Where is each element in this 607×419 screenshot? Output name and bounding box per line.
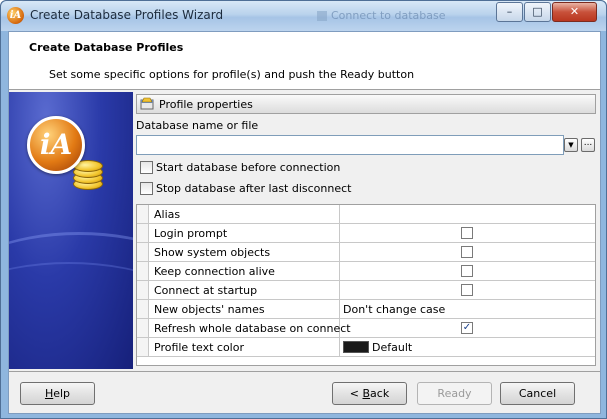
- database-dropdown-button[interactable]: ▼: [564, 138, 578, 152]
- row-indicator: [137, 224, 149, 242]
- page-subtitle: Set some specific options for profile(s)…: [49, 68, 415, 81]
- color-swatch: [343, 341, 369, 353]
- start-database-label: Start database before connection: [156, 161, 341, 174]
- wizard-client-area: Create Database Profiles Set some specif…: [8, 31, 601, 414]
- back-label-rest: ack: [370, 387, 390, 400]
- grid-row-connect-at-startup[interactable]: Connect at startup: [137, 281, 595, 300]
- keep-connection-alive-checkbox[interactable]: [461, 265, 473, 277]
- help-hotkey: H: [44, 387, 54, 400]
- grid-row-alias[interactable]: Alias: [137, 205, 595, 224]
- connect-at-startup-checkbox[interactable]: [461, 284, 473, 296]
- grid-row-profile-text-color[interactable]: Profile text color Default: [137, 338, 595, 357]
- window-title: Create Database Profiles Wizard: [30, 8, 224, 22]
- back-prefix: <: [349, 387, 363, 400]
- database-name-input[interactable]: [136, 135, 564, 155]
- refresh-database-checkbox[interactable]: ✓: [461, 322, 473, 334]
- grid-row-label: Profile text color: [154, 341, 244, 354]
- alias-value-field[interactable]: [340, 205, 595, 223]
- grid-row-refresh-database[interactable]: Refresh whole database on connect ✓: [137, 319, 595, 338]
- title-bar[interactable]: iA Create Database Profiles Wizard Conne…: [1, 1, 606, 31]
- grid-row-login-prompt[interactable]: Login prompt: [137, 224, 595, 243]
- minimize-button[interactable]: –: [496, 2, 523, 22]
- wizard-window: iA Create Database Profiles Wizard Conne…: [0, 0, 607, 419]
- database-name-label: Database name or file: [136, 119, 259, 132]
- back-button[interactable]: < Back: [332, 382, 407, 405]
- row-indicator: [137, 281, 149, 299]
- new-objects-names-select[interactable]: Don't change case: [340, 300, 595, 318]
- login-prompt-checkbox[interactable]: [461, 227, 473, 239]
- row-indicator: [137, 319, 149, 337]
- properties-icon: [140, 97, 154, 110]
- row-indicator: [137, 338, 149, 356]
- profile-properties-label: Profile properties: [159, 98, 253, 111]
- wizard-header: Create Database Profiles Set some specif…: [9, 32, 600, 90]
- page-title: Create Database Profiles: [29, 41, 184, 54]
- grid-row-label: Connect at startup: [154, 284, 258, 297]
- ready-button[interactable]: Ready: [417, 382, 492, 405]
- help-label-rest: elp: [53, 387, 71, 400]
- close-button[interactable]: ✕: [552, 2, 597, 22]
- app-icon: iA: [7, 7, 24, 24]
- grid-row-label: Refresh whole database on connect: [154, 322, 351, 335]
- stop-database-checkbox[interactable]: [140, 182, 153, 195]
- show-system-objects-checkbox[interactable]: [461, 246, 473, 258]
- row-indicator: [137, 262, 149, 280]
- grid-row-label: Keep connection alive: [154, 265, 275, 278]
- background-window-icon: [317, 11, 327, 21]
- grid-row-label: New objects' names: [154, 303, 265, 316]
- profile-options-grid: Alias Login prompt Show system objects K…: [136, 204, 596, 366]
- back-hotkey: B: [362, 387, 371, 400]
- profile-properties-header[interactable]: Profile properties: [136, 94, 596, 114]
- row-indicator: [137, 205, 149, 223]
- grid-row-keep-connection-alive[interactable]: Keep connection alive: [137, 262, 595, 281]
- grid-row-value: Default: [372, 341, 413, 354]
- wizard-banner-image: iA: [9, 92, 133, 369]
- ia-logo-icon: iA: [27, 116, 85, 174]
- grid-row-value: Don't change case: [343, 303, 446, 316]
- maximize-button[interactable]: □: [524, 2, 551, 22]
- database-browse-button[interactable]: ...: [581, 138, 595, 152]
- help-button[interactable]: Help: [20, 382, 95, 405]
- grid-row-label: Alias: [154, 208, 181, 221]
- grid-row-label: Login prompt: [154, 227, 228, 240]
- start-database-checkbox[interactable]: [140, 161, 153, 174]
- grid-row-new-objects-names[interactable]: New objects' names Don't change case: [137, 300, 595, 319]
- profile-text-color-picker[interactable]: Default: [340, 338, 595, 356]
- stop-database-label: Stop database after last disconnect: [156, 182, 352, 195]
- grid-row-label: Show system objects: [154, 246, 271, 259]
- banner-swirl-decoration: [9, 262, 133, 369]
- cancel-button[interactable]: Cancel: [500, 382, 575, 405]
- wizard-footer: Help < Back Ready Cancel: [9, 371, 600, 413]
- row-indicator: [137, 300, 149, 318]
- grid-row-show-system-objects[interactable]: Show system objects: [137, 243, 595, 262]
- background-window-title: Connect to database: [331, 9, 446, 22]
- row-indicator: [137, 243, 149, 261]
